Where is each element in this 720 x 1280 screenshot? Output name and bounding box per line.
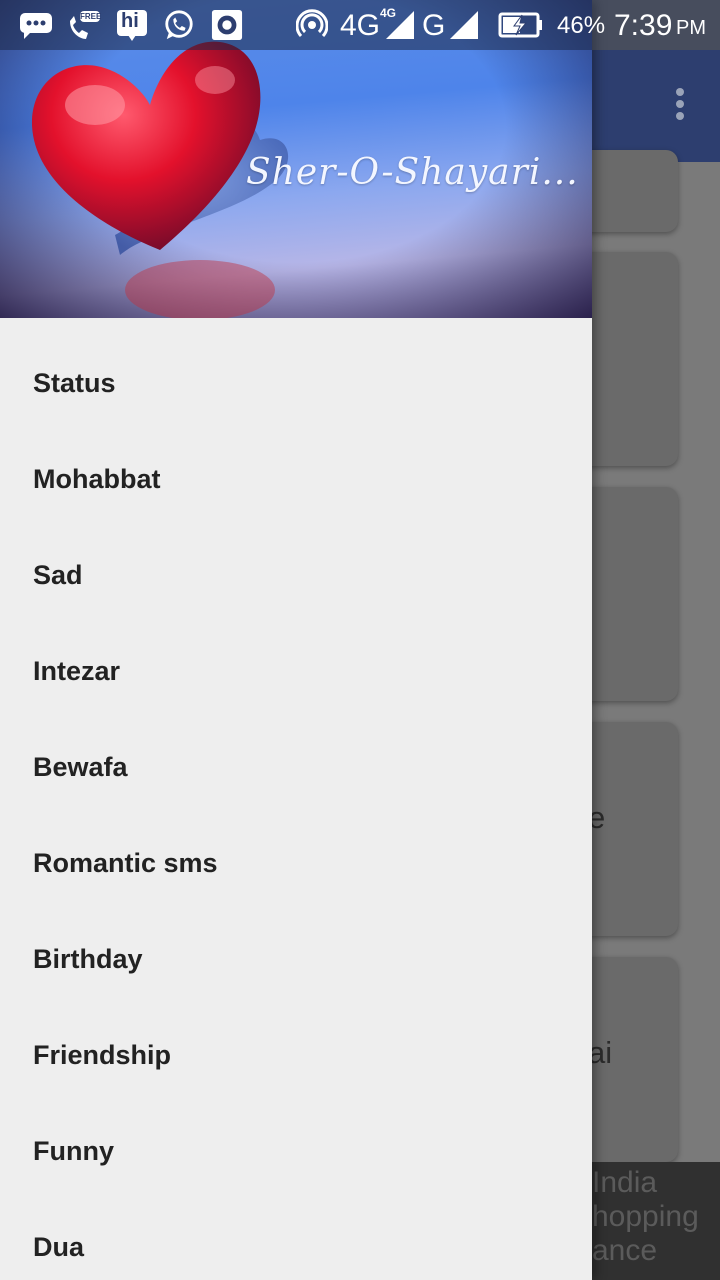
network-type-2: G: [422, 9, 446, 42]
clock: 7:39: [614, 9, 673, 42]
overflow-menu-icon[interactable]: [670, 88, 690, 124]
drawer-item-funny[interactable]: Funny: [0, 1104, 592, 1200]
media-icon: [211, 9, 243, 41]
drawer-item-romantic-sms[interactable]: Romantic sms: [0, 816, 592, 912]
ad-text: ance: [592, 1234, 658, 1267]
battery-icon: [498, 12, 542, 38]
drawer-item-status[interactable]: Status: [0, 336, 592, 432]
drawer-item-dua[interactable]: Dua: [0, 1200, 592, 1280]
drawer-item-birthday[interactable]: Birthday: [0, 912, 592, 1008]
free-badge: FREE: [80, 12, 102, 21]
ad-text: hopping: [592, 1200, 699, 1233]
drawer-item-mohabbat[interactable]: Mohabbat: [0, 432, 592, 528]
network-type: 4G: [340, 9, 381, 42]
drawer-item-label: Funny: [33, 1136, 114, 1166]
ad-text: India: [592, 1166, 658, 1199]
whatsapp-icon: [165, 10, 193, 40]
drawer-item-label: Bewafa: [33, 752, 128, 782]
drawer-item-label: Status: [33, 368, 116, 398]
drawer-item-label: Friendship: [33, 1040, 172, 1070]
drawer-item-label: Birthday: [33, 944, 143, 974]
drawer-item-label: Dua: [33, 1232, 85, 1262]
battery-percent: 46%: [557, 12, 606, 39]
status-bar: FREE hi 4G 4G G 46% 7:39 PM: [0, 0, 720, 50]
drawer-item-label: Romantic sms: [33, 848, 218, 878]
hike-label: hi: [121, 10, 139, 32]
drawer-item-label: Intezar: [33, 656, 121, 686]
ad-banner[interactable]: India hopping ance: [592, 1162, 720, 1280]
hotspot-icon: [296, 9, 328, 38]
header-title: Sher-O-Shayari...: [246, 152, 579, 193]
navigation-drawer: Sher-O-Shayari... Status Mohabbat Sad In…: [0, 0, 592, 1280]
signal-icon-2: [450, 11, 478, 39]
message-icon: [20, 13, 52, 39]
drawer-item-bewafa[interactable]: Bewafa: [0, 720, 592, 816]
drawer-item-sad[interactable]: Sad: [0, 528, 592, 624]
drawer-item-label: Sad: [33, 560, 83, 590]
drawer-item-friendship[interactable]: Friendship: [0, 1008, 592, 1104]
drawer-item-label: Mohabbat: [33, 464, 161, 494]
clock-ampm: PM: [676, 17, 706, 39]
signal-icon: [386, 11, 414, 39]
drawer-item-intezar[interactable]: Intezar: [0, 624, 592, 720]
